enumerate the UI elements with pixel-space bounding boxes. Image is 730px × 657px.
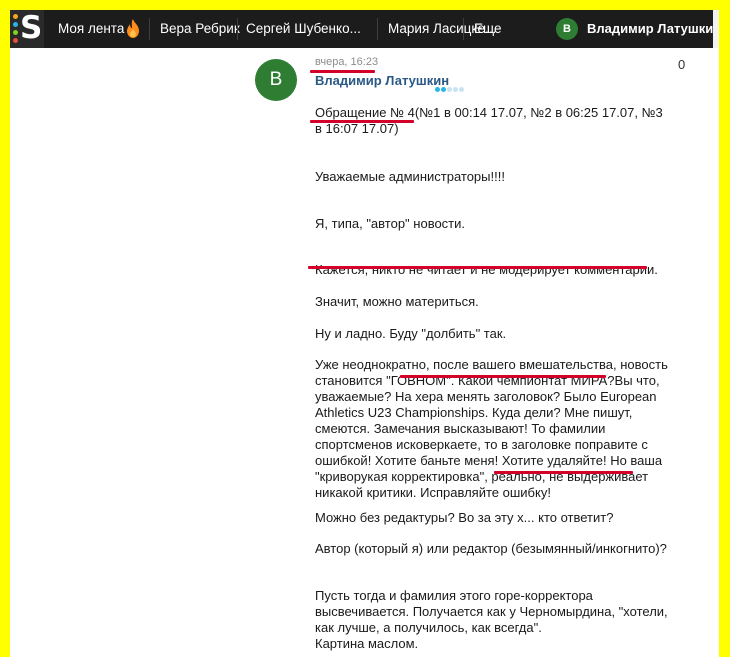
comment-paragraph: Значит, можно материться.	[315, 294, 479, 309]
nav-item-more[interactable]: Еще	[474, 10, 501, 48]
annotation-underline	[400, 375, 606, 378]
comment-author-link[interactable]: Владимир Латушкин	[315, 73, 449, 88]
screenshot-frame: S Моя лента Вера Ребрик Сергей Шубенко..…	[10, 10, 719, 657]
annotation-underline	[494, 471, 633, 474]
nav-separator	[149, 18, 150, 40]
comment-paragraph: Пусть тогда и фамилия этого горе-коррект…	[315, 588, 668, 635]
rating-dot	[447, 87, 452, 92]
nav-user-name[interactable]: Владимир Латушки...	[587, 10, 719, 48]
comment-paragraph: Я, типа, "автор" новости.	[315, 216, 466, 231]
nav-item-vera[interactable]: Вера Ребрик	[160, 10, 240, 48]
fire-icon	[127, 19, 139, 38]
annotation-underline	[310, 70, 375, 73]
comment-paragraph: Автор (который я) или редактор (безымянн…	[315, 541, 667, 556]
nav-item-my-feed[interactable]: Моя лента	[58, 10, 124, 48]
annotation-underline	[310, 120, 414, 123]
rating-dot	[435, 87, 440, 92]
comment-paragraph: Кажется, никто не читает и не модерирует…	[315, 262, 658, 277]
logo-dot	[13, 30, 18, 35]
logo-dot	[13, 14, 18, 19]
annotation-underline	[308, 266, 647, 269]
comment-timestamp[interactable]: вчера, 16:23	[315, 56, 378, 68]
nav-scroll-edge	[713, 10, 719, 48]
like-count[interactable]: 0	[678, 57, 685, 72]
avatar[interactable]: В	[556, 18, 578, 40]
rating-dot	[459, 87, 464, 92]
comment-paragraph: Ну и ладно. Буду "долбить" так.	[315, 326, 507, 341]
nav-separator	[237, 18, 238, 40]
logo-dots	[13, 14, 20, 46]
logo-dot	[13, 22, 18, 27]
comment-paragraph: Можно без редактуры? Во за эту х... кто …	[315, 510, 614, 525]
nav-separator	[377, 18, 378, 40]
logo-dot	[13, 38, 18, 43]
rating-dot	[441, 87, 446, 92]
top-nav-bar: S Моя лента Вера Ребрик Сергей Шубенко..…	[10, 10, 719, 48]
comment-paragraph: Уважаемые администраторы!!!!	[315, 169, 505, 184]
author-rating-dots	[435, 79, 465, 97]
site-logo[interactable]: S	[10, 10, 44, 48]
comment-paragraph: Уже неоднократно, после вашего вмешатель…	[315, 357, 668, 500]
comment-paragraph: Картина маслом.	[315, 636, 419, 651]
logo-letter: S	[20, 10, 43, 46]
nav-separator	[463, 18, 464, 40]
nav-item-sergey[interactable]: Сергей Шубенко...	[246, 10, 361, 48]
rating-dot	[453, 87, 458, 92]
avatar[interactable]: В	[255, 59, 297, 101]
